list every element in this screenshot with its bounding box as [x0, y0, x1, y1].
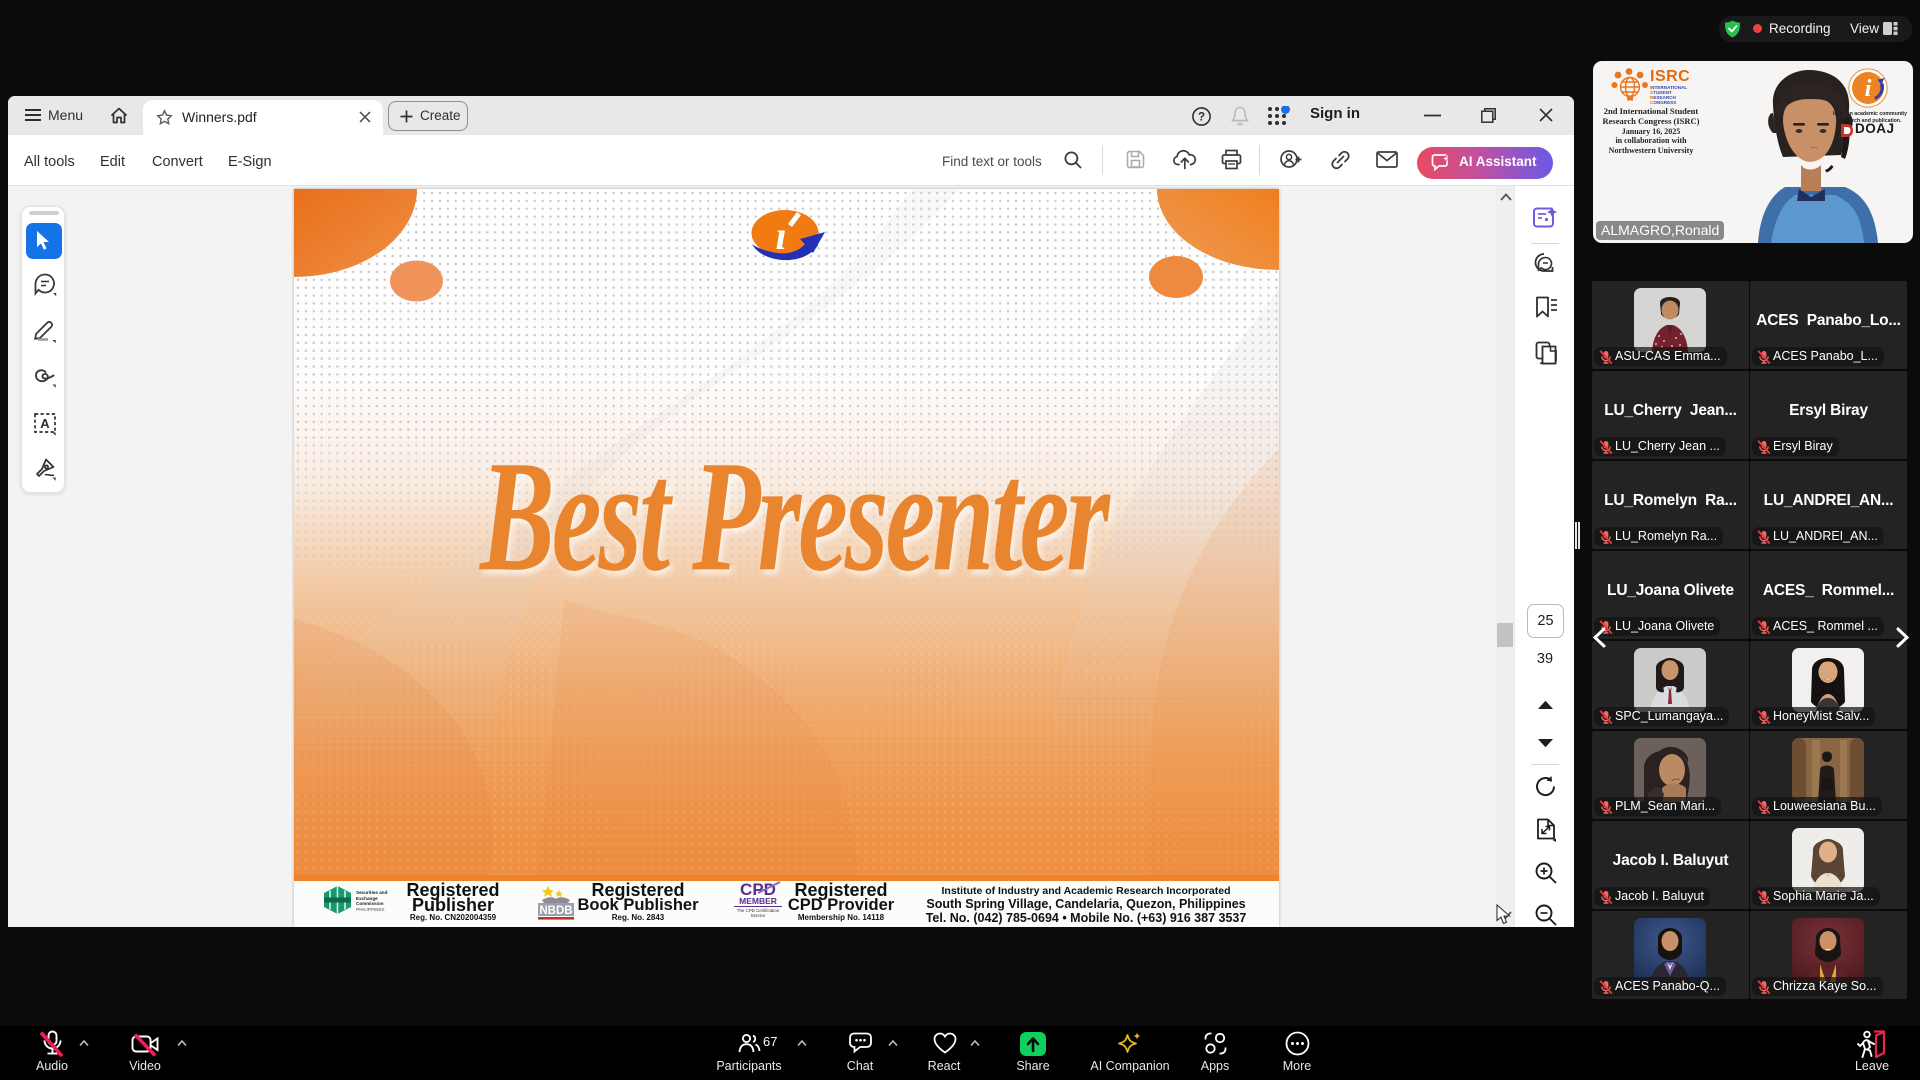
svg-text:?: ?	[1198, 112, 1205, 124]
svg-text:i: i	[1865, 75, 1872, 102]
svg-text:A: A	[40, 416, 50, 431]
svg-text:ı: ı	[775, 213, 786, 258]
svg-text:NBDB: NBDB	[539, 905, 572, 917]
